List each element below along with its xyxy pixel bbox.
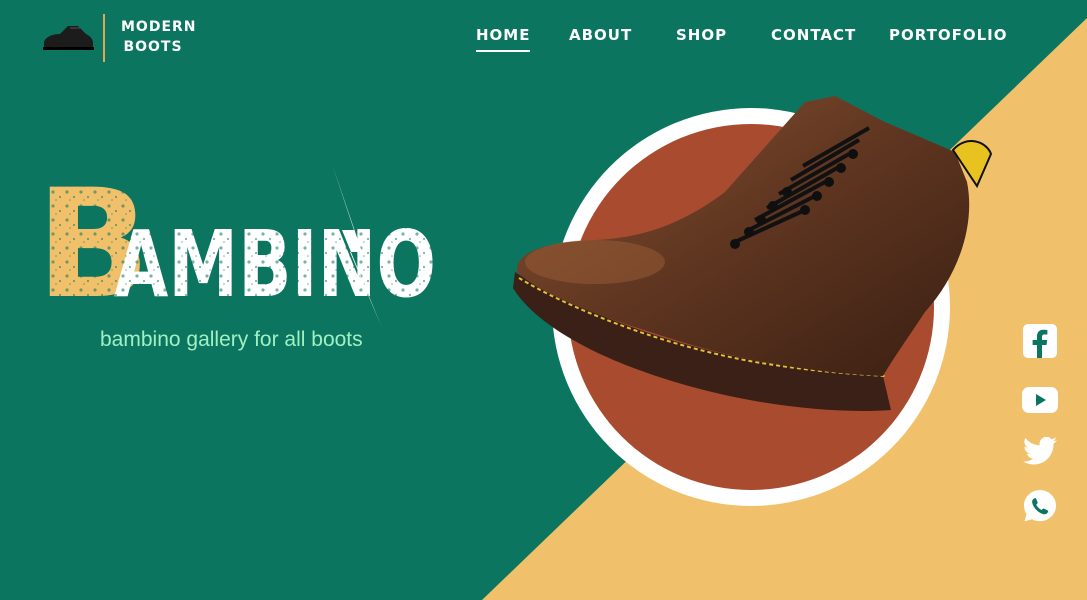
twitter-icon bbox=[1023, 436, 1057, 465]
youtube-icon bbox=[1022, 387, 1058, 413]
nav-about[interactable]: ABOUT bbox=[569, 26, 632, 44]
header: MODERN BOOTS HOME ABOUT SHOP CONTACT POR… bbox=[0, 0, 1087, 80]
brand-line1: MODERN bbox=[121, 19, 197, 35]
logo-divider bbox=[103, 14, 105, 62]
whatsapp-link[interactable] bbox=[1020, 486, 1060, 526]
shoe-logo-icon[interactable] bbox=[40, 20, 96, 54]
facebook-link[interactable] bbox=[1020, 321, 1060, 361]
hero-tagline: bambino gallery for all boots bbox=[100, 328, 363, 351]
nav-contact[interactable]: CONTACT bbox=[771, 26, 856, 44]
nav-portofolio[interactable]: PORTOFOLIO bbox=[889, 26, 1008, 44]
nav-shop[interactable]: SHOP bbox=[676, 26, 727, 44]
boot-image bbox=[513, 96, 993, 411]
twitter-link[interactable] bbox=[1020, 431, 1060, 471]
nav-home[interactable]: HOME bbox=[476, 26, 531, 52]
hero-title: B AMBINO bbox=[36, 160, 456, 332]
brand-name[interactable]: MODERN BOOTS bbox=[121, 17, 197, 57]
youtube-link[interactable] bbox=[1020, 380, 1060, 420]
brand-line2: BOOTS bbox=[123, 39, 183, 55]
whatsapp-icon bbox=[1024, 490, 1056, 522]
facebook-icon bbox=[1023, 324, 1057, 358]
